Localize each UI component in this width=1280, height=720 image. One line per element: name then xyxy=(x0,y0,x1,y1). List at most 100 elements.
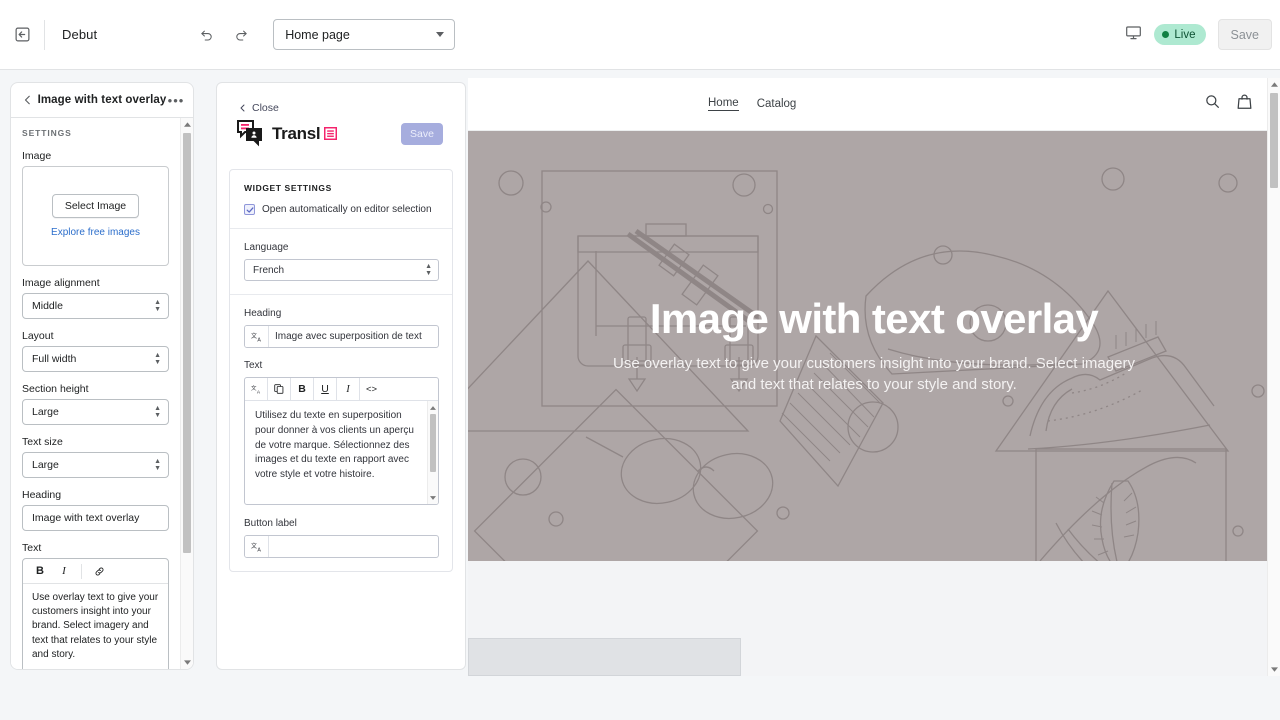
redo-icon[interactable] xyxy=(228,21,256,49)
field-label: Layout xyxy=(22,330,169,342)
scrollbar-thumb[interactable] xyxy=(1270,93,1278,188)
store-header: Home Catalog xyxy=(468,78,1280,131)
bold-button[interactable]: B xyxy=(291,378,314,400)
button-label-translation-field[interactable]: 文 A xyxy=(244,535,439,558)
page-selector-value: Home page xyxy=(285,28,350,42)
svg-text:文: 文 xyxy=(251,331,257,339)
heading-field: Heading Image with text overlay xyxy=(22,489,169,531)
widget-save-button[interactable]: Save xyxy=(401,123,443,145)
copy-icon[interactable] xyxy=(268,378,291,400)
section-height-field: Section height Large ▲▼ xyxy=(22,383,169,425)
image-picker[interactable]: Select Image Explore free images xyxy=(22,166,169,266)
button-label-label: Button label xyxy=(244,518,439,529)
rte-content[interactable]: Use overlay text to give your customers … xyxy=(23,584,168,669)
section-settings-sidebar: Image with text overlay ••• SETTINGS Ima… xyxy=(10,82,194,670)
heading-translation-value: Image avec superposition de text xyxy=(269,326,438,347)
ellipsis-icon[interactable]: ••• xyxy=(167,94,185,107)
scrollbar-thumb[interactable] xyxy=(430,414,436,472)
scroll-up-arrow-icon[interactable] xyxy=(428,401,438,414)
image-alignment-select[interactable]: Middle ▲▼ xyxy=(22,293,169,319)
image-label: Image xyxy=(22,150,169,162)
desktop-monitor-icon[interactable] xyxy=(1125,24,1142,46)
button-label-value[interactable] xyxy=(269,536,438,557)
preview-scrollbar[interactable] xyxy=(1267,78,1280,676)
section-height-select[interactable]: Large ▲▼ xyxy=(22,399,169,425)
hero-section: Image with text overlay Use overlay text… xyxy=(468,131,1280,561)
search-icon[interactable] xyxy=(1205,94,1220,114)
text-size-field: Text size Large ▲▼ xyxy=(22,436,169,478)
hero-body: Use overlay text to give your customers … xyxy=(602,353,1147,396)
scroll-up-arrow-icon[interactable] xyxy=(1268,78,1280,91)
text-label: Text xyxy=(244,360,439,371)
toolbar-divider xyxy=(81,564,82,579)
translation-widget-panel: Close Transl Sa xyxy=(216,82,466,670)
widget-settings-card: WIDGET SETTINGS Open automatically on ed… xyxy=(229,169,453,572)
underline-button[interactable]: U xyxy=(314,378,337,400)
translate-icon[interactable]: 文 A xyxy=(245,378,268,400)
translate-icon[interactable]: 文 A xyxy=(245,536,269,557)
hero-heading: Image with text overlay xyxy=(602,297,1147,341)
nav-link-home[interactable]: Home xyxy=(708,97,739,111)
save-button[interactable]: Save xyxy=(1218,19,1273,50)
image-field-group: Image Select Image Explore free images xyxy=(22,150,169,266)
store-header-icons xyxy=(1205,94,1252,115)
scroll-down-arrow-icon[interactable] xyxy=(181,656,193,669)
shop-name: Debut xyxy=(62,27,97,42)
chevron-left-icon[interactable] xyxy=(19,95,37,105)
open-automatically-checkbox[interactable] xyxy=(244,204,255,215)
scroll-down-arrow-icon[interactable] xyxy=(428,491,438,504)
next-section-placeholder xyxy=(468,638,741,676)
svg-text:A: A xyxy=(257,547,261,553)
heading-translation-field[interactable]: 文 A Image avec superposition de text xyxy=(244,325,439,348)
language-select[interactable]: French ▲▼ xyxy=(244,259,439,281)
svg-text:A: A xyxy=(256,389,260,394)
stepper-icon: ▲▼ xyxy=(425,264,432,276)
image-alignment-field: Image alignment Middle ▲▼ xyxy=(22,277,169,319)
page-selector[interactable]: Home page xyxy=(273,19,455,50)
undo-icon[interactable] xyxy=(192,21,220,49)
scrollbar-thumb[interactable] xyxy=(183,133,191,553)
select-value: Large xyxy=(32,459,59,471)
svg-text:文: 文 xyxy=(251,384,257,392)
text-size-select[interactable]: Large ▲▼ xyxy=(22,452,169,478)
language-label: Language xyxy=(244,242,439,253)
scroll-up-arrow-icon[interactable] xyxy=(181,118,193,131)
text-field: Text B I xyxy=(22,542,169,669)
explore-free-images-link[interactable]: Explore free images xyxy=(51,227,140,238)
nav-link-catalog[interactable]: Catalog xyxy=(757,98,797,110)
translate-icon[interactable]: 文 A xyxy=(245,326,269,347)
field-label: Section height xyxy=(22,383,169,395)
heading-input[interactable]: Image with text overlay xyxy=(22,505,169,531)
link-icon[interactable] xyxy=(88,561,110,581)
language-value: French xyxy=(253,265,284,276)
scroll-down-arrow-icon[interactable] xyxy=(1268,663,1280,676)
rte-toolbar: B I xyxy=(23,559,168,584)
settings-section-label: SETTINGS xyxy=(22,128,169,138)
rich-text-editor: B I Use overlay text to give your custom… xyxy=(22,558,169,669)
code-button[interactable]: <> xyxy=(360,378,383,400)
exit-back-icon[interactable] xyxy=(9,22,35,48)
open-automatically-row[interactable]: Open automatically on editor selection xyxy=(244,204,439,215)
layout-select[interactable]: Full width ▲▼ xyxy=(22,346,169,372)
editor-content[interactable]: Utilisez du texte en superposition pour … xyxy=(245,401,438,483)
stepper-icon: ▲▼ xyxy=(154,406,161,418)
shopping-bag-icon[interactable] xyxy=(1237,94,1252,115)
italic-button[interactable]: I xyxy=(337,378,360,400)
store-preview: Home Catalog xyxy=(468,78,1280,676)
live-label: Live xyxy=(1174,29,1195,41)
store-nav: Home Catalog xyxy=(708,97,796,111)
chevron-left-icon xyxy=(239,104,247,112)
editor-body[interactable]: Utilisez du texte en superposition pour … xyxy=(245,401,438,504)
close-button[interactable]: Close xyxy=(217,83,465,114)
select-value: Middle xyxy=(32,300,63,312)
italic-button[interactable]: I xyxy=(53,561,75,581)
svg-text:A: A xyxy=(257,337,261,343)
bold-button[interactable]: B xyxy=(29,561,51,581)
stepper-icon: ▲▼ xyxy=(154,353,161,365)
open-automatically-label[interactable]: Open automatically on editor selection xyxy=(262,204,432,215)
sidebar-scrollbar[interactable] xyxy=(180,118,193,669)
sidebar-body: SETTINGS Image Select Image Explore free… xyxy=(11,118,193,669)
editor-scrollbar[interactable] xyxy=(427,401,438,504)
select-image-button[interactable]: Select Image xyxy=(52,194,139,218)
text-label: Text xyxy=(22,542,169,554)
